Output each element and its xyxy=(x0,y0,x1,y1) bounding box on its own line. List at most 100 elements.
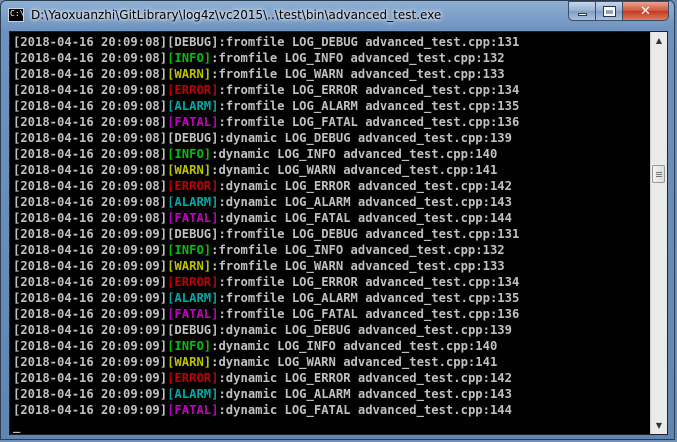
log-timestamp: [2018-04-16 20:09:09] xyxy=(13,227,168,241)
log-level: [WARN] xyxy=(167,355,212,369)
log-line: [2018-04-16 20:09:08][WARN]:dynamic LOG_… xyxy=(13,162,649,178)
log-line: [2018-04-16 20:09:09][WARN]:fromfile LOG… xyxy=(13,258,649,274)
log-message: :fromfile LOG_DEBUG advanced_test.cpp:13… xyxy=(218,227,520,241)
log-line: [2018-04-16 20:09:08][ALARM]:fromfile LO… xyxy=(13,98,649,114)
log-line: [2018-04-16 20:09:09][FATAL]:dynamic LOG… xyxy=(13,402,649,418)
log-line: [2018-04-16 20:09:09][ALARM]:fromfile LO… xyxy=(13,290,649,306)
log-timestamp: [2018-04-16 20:09:08] xyxy=(13,115,168,129)
log-timestamp: [2018-04-16 20:09:09] xyxy=(13,387,168,401)
log-message: :fromfile LOG_FATAL advanced_test.cpp:13… xyxy=(218,115,520,129)
log-level: [ERROR] xyxy=(167,83,219,97)
log-level: [DEBUG] xyxy=(167,131,219,145)
log-timestamp: [2018-04-16 20:09:09] xyxy=(13,403,168,417)
log-timestamp: [2018-04-16 20:09:08] xyxy=(13,147,168,161)
vertical-scrollbar[interactable]: ▲ ▼ xyxy=(650,32,667,434)
log-line: [2018-04-16 20:09:09][FATAL]:fromfile LO… xyxy=(13,306,649,322)
log-message: :dynamic LOG_WARN advanced_test.cpp:141 xyxy=(211,163,498,177)
log-level: [FATAL] xyxy=(167,115,219,129)
log-message: :dynamic LOG_FATAL advanced_test.cpp:144 xyxy=(218,211,512,225)
log-level: [FATAL] xyxy=(167,307,219,321)
window-title: D:\Yaoxuanzhi\GitLibrary\log4z\vc2015\..… xyxy=(31,8,442,22)
log-message: :dynamic LOG_INFO advanced_test.cpp:140 xyxy=(211,147,498,161)
log-line: [2018-04-16 20:09:08][FATAL]:dynamic LOG… xyxy=(13,210,649,226)
log-line: [2018-04-16 20:09:09][INFO]:dynamic LOG_… xyxy=(13,338,649,354)
maximize-icon xyxy=(602,5,616,17)
title-bar[interactable]: C:\ D:\Yaoxuanzhi\GitLibrary\log4z\vc201… xyxy=(1,1,674,31)
log-line: [2018-04-16 20:09:09][INFO]:fromfile LOG… xyxy=(13,242,649,258)
minimize-icon xyxy=(577,12,587,16)
log-level: [INFO] xyxy=(167,147,212,161)
log-timestamp: [2018-04-16 20:09:08] xyxy=(13,131,168,145)
log-timestamp: [2018-04-16 20:09:09] xyxy=(13,307,168,321)
log-level: [INFO] xyxy=(167,243,212,257)
log-line: [2018-04-16 20:09:08][FATAL]:fromfile LO… xyxy=(13,114,649,130)
log-level: [WARN] xyxy=(167,259,212,273)
log-timestamp: [2018-04-16 20:09:09] xyxy=(13,259,168,273)
log-level: [WARN] xyxy=(167,163,212,177)
console-output[interactable]: [2018-04-16 20:09:08][DEBUG]:fromfile LO… xyxy=(9,31,668,435)
log-level: [ALARM] xyxy=(167,387,219,401)
log-level: [DEBUG] xyxy=(167,323,219,337)
maximize-button[interactable] xyxy=(595,1,622,21)
minimize-button[interactable] xyxy=(568,1,595,21)
log-timestamp: [2018-04-16 20:09:09] xyxy=(13,371,168,385)
log-timestamp: [2018-04-16 20:09:09] xyxy=(13,291,168,305)
log-message: :dynamic LOG_DEBUG advanced_test.cpp:139 xyxy=(218,323,512,337)
log-message: :fromfile LOG_ERROR advanced_test.cpp:13… xyxy=(218,275,520,289)
log-message: :dynamic LOG_DEBUG advanced_test.cpp:139 xyxy=(218,131,512,145)
log-line: [2018-04-16 20:09:08][DEBUG]:fromfile LO… xyxy=(13,34,649,50)
log-line: [2018-04-16 20:09:08][DEBUG]:dynamic LOG… xyxy=(13,130,649,146)
log-timestamp: [2018-04-16 20:09:09] xyxy=(13,323,168,337)
log-timestamp: [2018-04-16 20:09:09] xyxy=(13,339,168,353)
log-level: [ALARM] xyxy=(167,291,219,305)
scroll-down-arrow-icon[interactable]: ▼ xyxy=(651,417,667,434)
log-timestamp: [2018-04-16 20:09:09] xyxy=(13,355,168,369)
log-message: :fromfile LOG_INFO advanced_test.cpp:132 xyxy=(211,51,505,65)
log-message: :fromfile LOG_FATAL advanced_test.cpp:13… xyxy=(218,307,520,321)
log-message: :fromfile LOG_DEBUG advanced_test.cpp:13… xyxy=(218,35,520,49)
log-line: [2018-04-16 20:09:08][ALARM]:dynamic LOG… xyxy=(13,194,649,210)
scrollbar-thumb[interactable] xyxy=(652,165,665,183)
log-level: [FATAL] xyxy=(167,211,219,225)
log-level: [INFO] xyxy=(167,51,212,65)
log-message: :fromfile LOG_ERROR advanced_test.cpp:13… xyxy=(218,83,520,97)
log-message: :fromfile LOG_WARN advanced_test.cpp:133 xyxy=(211,259,505,273)
log-message: :dynamic LOG_ERROR advanced_test.cpp:142 xyxy=(218,371,512,385)
log-message: :fromfile LOG_ALARM advanced_test.cpp:13… xyxy=(218,99,520,113)
console-cursor: _ xyxy=(13,419,21,433)
log-timestamp: [2018-04-16 20:09:08] xyxy=(13,195,168,209)
log-line: [2018-04-16 20:09:08][ERROR]:fromfile LO… xyxy=(13,82,649,98)
log-timestamp: [2018-04-16 20:09:09] xyxy=(13,275,168,289)
log-level: [DEBUG] xyxy=(167,35,219,49)
log-line: [2018-04-16 20:09:09][ALARM]:dynamic LOG… xyxy=(13,386,649,402)
log-level: [ERROR] xyxy=(167,179,219,193)
log-message: :fromfile LOG_INFO advanced_test.cpp:132 xyxy=(211,243,505,257)
log-message: :dynamic LOG_WARN advanced_test.cpp:141 xyxy=(211,355,498,369)
log-line: [2018-04-16 20:09:09][DEBUG]:dynamic LOG… xyxy=(13,322,649,338)
log-line: [2018-04-16 20:09:08][INFO]:dynamic LOG_… xyxy=(13,146,649,162)
close-button[interactable]: ✕ xyxy=(622,1,669,21)
log-level: [ALARM] xyxy=(167,99,219,113)
log-timestamp: [2018-04-16 20:09:08] xyxy=(13,67,168,81)
log-timestamp: [2018-04-16 20:09:08] xyxy=(13,163,168,177)
log-level: [ERROR] xyxy=(167,371,219,385)
log-message: :fromfile LOG_WARN advanced_test.cpp:133 xyxy=(211,67,505,81)
log-timestamp: [2018-04-16 20:09:08] xyxy=(13,83,168,97)
caption-buttons: ✕ xyxy=(568,1,669,21)
log-timestamp: [2018-04-16 20:09:08] xyxy=(13,211,168,225)
log-message: :dynamic LOG_ALARM advanced_test.cpp:143 xyxy=(218,195,512,209)
log-timestamp: [2018-04-16 20:09:08] xyxy=(13,99,168,113)
log-line: [2018-04-16 20:09:08][WARN]:fromfile LOG… xyxy=(13,66,649,82)
log-level: [FATAL] xyxy=(167,403,219,417)
log-line: [2018-04-16 20:09:09][ERROR]:dynamic LOG… xyxy=(13,370,649,386)
scroll-up-arrow-icon[interactable]: ▲ xyxy=(651,32,667,49)
log-message: :fromfile LOG_ALARM advanced_test.cpp:13… xyxy=(218,291,520,305)
log-line: [2018-04-16 20:09:09][DEBUG]:fromfile LO… xyxy=(13,226,649,242)
log-level: [ERROR] xyxy=(167,275,219,289)
log-level: [ALARM] xyxy=(167,195,219,209)
log-message: :dynamic LOG_FATAL advanced_test.cpp:144 xyxy=(218,403,512,417)
log-line: [2018-04-16 20:09:08][ERROR]:dynamic LOG… xyxy=(13,178,649,194)
console-icon[interactable]: C:\ xyxy=(8,8,24,22)
log-line: [2018-04-16 20:09:09][ERROR]:fromfile LO… xyxy=(13,274,649,290)
close-icon: ✕ xyxy=(640,3,651,19)
